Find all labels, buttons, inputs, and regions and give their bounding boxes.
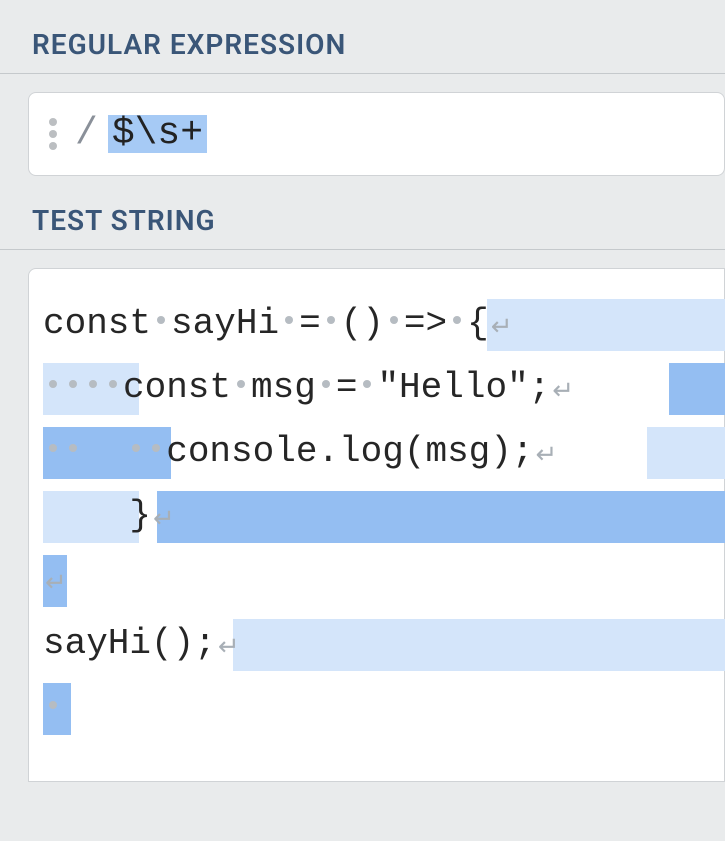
space-dot-icon (363, 380, 371, 388)
code-chars (83, 431, 126, 472)
regex-section-header: REGULAR EXPRESSION (0, 0, 725, 74)
test-string-content[interactable]: constsayHi=()=>{↵constmsg="Hello";↵ cons… (29, 293, 724, 741)
space-dot-icon (322, 380, 330, 388)
code-chars: sayHi(); (43, 623, 216, 664)
space-dot-icon (152, 444, 160, 452)
space-dot-icon (327, 316, 335, 324)
code-chars: = (299, 303, 321, 344)
test-string-section-header: TEST STRING (0, 176, 725, 250)
space-dot-icon (237, 380, 245, 388)
match-highlight (669, 363, 725, 415)
space-dot-icon (453, 316, 461, 324)
return-icon: ↵ (45, 552, 67, 616)
match-highlight (647, 427, 725, 479)
match-highlight (233, 619, 725, 671)
regex-delimiter: / (75, 115, 98, 153)
space-dot-icon (390, 316, 398, 324)
code-text: sayHi();↵ (43, 612, 240, 678)
code-line[interactable] (43, 677, 724, 741)
space-dot-icon (157, 316, 165, 324)
space-dot-icon (49, 701, 57, 709)
code-text: }↵ (43, 484, 175, 550)
regex-input-box[interactable]: / $\s+ (28, 92, 725, 176)
code-chars: const (43, 303, 151, 344)
code-text: const sayHi = () => {↵ (43, 292, 513, 358)
code-text: const msg = "Hello";↵ (43, 356, 574, 422)
code-chars: () (341, 303, 384, 344)
space-dot-icon (89, 380, 97, 388)
return-icon: ↵ (552, 360, 574, 424)
code-chars: } (43, 495, 151, 536)
return-icon: ↵ (535, 424, 557, 488)
code-text (43, 677, 63, 741)
space-dot-icon (49, 380, 57, 388)
code-chars: const (123, 367, 231, 408)
code-line[interactable]: const msg = "Hello";↵ (43, 357, 724, 421)
code-line[interactable]: const sayHi = () => {↵ (43, 293, 724, 357)
space-dot-icon (49, 444, 57, 452)
code-line[interactable]: sayHi();↵ (43, 613, 724, 677)
space-dot-icon (132, 444, 140, 452)
space-dot-icon (109, 380, 117, 388)
return-icon: ↵ (218, 616, 240, 680)
space-dot-icon (69, 444, 77, 452)
code-line[interactable]: console.log(msg);↵ (43, 421, 724, 485)
space-dot-icon (69, 380, 77, 388)
match-highlight (157, 491, 725, 543)
regex-pattern[interactable]: $\s+ (108, 115, 207, 153)
space-dot-icon (285, 316, 293, 324)
code-chars: = (336, 367, 358, 408)
code-chars: => (404, 303, 447, 344)
test-string-box[interactable]: constsayHi=()=>{↵constmsg="Hello";↵ cons… (28, 268, 725, 782)
code-chars: console.log(msg); (166, 431, 533, 472)
code-line[interactable]: }↵ (43, 485, 724, 549)
return-icon: ↵ (491, 296, 513, 360)
code-text: console.log(msg);↵ (43, 420, 557, 486)
code-chars: { (467, 303, 489, 344)
regex-options-icon[interactable] (49, 118, 57, 150)
code-text: ↵ (43, 548, 67, 614)
return-icon: ↵ (153, 488, 175, 552)
code-chars: sayHi (171, 303, 279, 344)
match-highlight (487, 299, 725, 351)
code-chars: msg (251, 367, 316, 408)
code-chars: "Hello"; (377, 367, 550, 408)
code-line[interactable]: ↵ (43, 549, 724, 613)
